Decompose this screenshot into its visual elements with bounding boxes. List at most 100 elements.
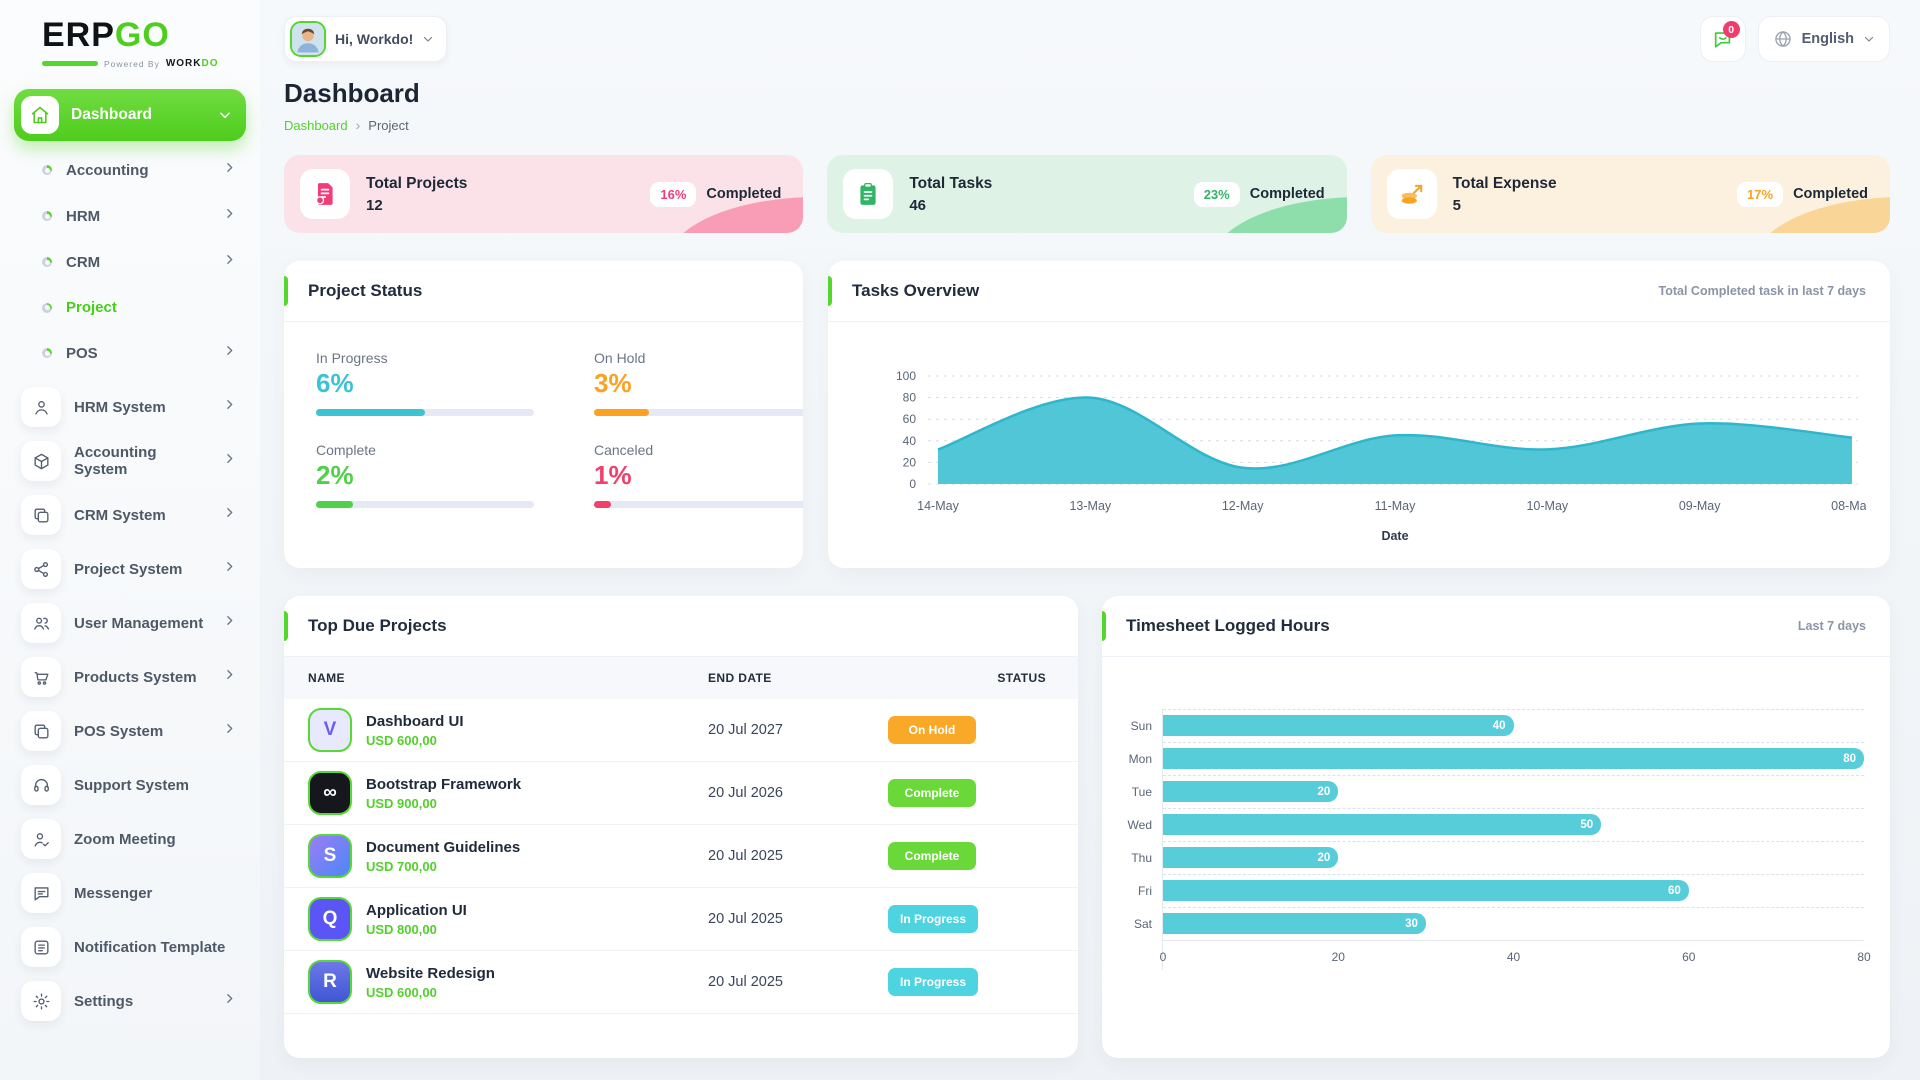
- bullet-icon: [42, 348, 52, 358]
- share-icon: [21, 549, 61, 589]
- timesheet-axis-row: 020406080: [1118, 940, 1864, 970]
- sidebar-item-accounting-system[interactable]: Accounting System: [14, 434, 246, 488]
- sidebar-item-pos-system[interactable]: POS System: [14, 704, 246, 758]
- stat-text: Total Tasks46: [909, 175, 1177, 214]
- sidebar-subitem-accounting[interactable]: Accounting: [14, 147, 246, 193]
- project-amount: USD 600,00: [366, 733, 464, 748]
- svg-text:11-May: 11-May: [1375, 499, 1417, 513]
- breadcrumb: Dashboard › Project: [284, 117, 1890, 133]
- card-title: Top Due Projects: [308, 616, 447, 636]
- status-metric-on-hold: On Hold3%: [594, 350, 803, 416]
- status-badge: Complete: [888, 842, 976, 870]
- sidebar-item-user-management[interactable]: User Management: [14, 596, 246, 650]
- chevron-right-icon: [223, 992, 236, 1010]
- sidebar-item-notification-template[interactable]: Notification Template: [14, 920, 246, 974]
- table-row[interactable]: QApplication UIUSD 800,0020 Jul 2025In P…: [284, 888, 1078, 951]
- card-subtitle: Last 7 days: [1798, 619, 1866, 633]
- sidebar-item-label: Settings: [74, 993, 210, 1010]
- chevron-right-icon: [223, 614, 236, 632]
- sidebar-item-crm-system[interactable]: CRM System: [14, 488, 246, 542]
- top-due-projects-header: Top Due Projects: [284, 596, 1078, 657]
- project-status-header: Project Status: [284, 261, 803, 322]
- stat-percent-badge: 16%: [650, 182, 696, 207]
- timesheet-bar: 30: [1163, 913, 1426, 934]
- user-menu-button[interactable]: Hi, Workdo!: [284, 16, 447, 62]
- project-status-metrics: In Progress6%On Hold3%Complete2%Canceled…: [284, 322, 803, 536]
- timesheet-bar: 50: [1163, 814, 1601, 835]
- svg-text:20: 20: [903, 455, 917, 469]
- table-row[interactable]: VDashboard UIUSD 600,0020 Jul 2027On Hol…: [284, 699, 1078, 762]
- table-row[interactable]: ∞Bootstrap FrameworkUSD 900,0020 Jul 202…: [284, 762, 1078, 825]
- project-status-card: Project Status In Progress6%On Hold3%Com…: [284, 261, 803, 568]
- breadcrumb-dashboard-link[interactable]: Dashboard: [284, 118, 348, 133]
- bullet-icon: [42, 303, 52, 313]
- timesheet-day-label: Sun: [1118, 719, 1162, 733]
- workdo-work: WORK: [166, 58, 202, 69]
- package-icon: [21, 441, 61, 481]
- sidebar-item-project-system[interactable]: Project System: [14, 542, 246, 596]
- project-logo-icon: R: [308, 960, 352, 1004]
- workdo-do: DO: [202, 58, 219, 69]
- sidebar-item-label: Project System: [74, 561, 210, 578]
- project-text: Document GuidelinesUSD 700,00: [366, 839, 520, 874]
- stat-completion: 17%Completed: [1737, 182, 1868, 207]
- gear-icon: [21, 981, 61, 1021]
- timesheet-bar-cell: 30: [1162, 907, 1864, 940]
- svg-text:12-May: 12-May: [1222, 499, 1264, 513]
- table-header: NAMEEND DATESTATUS: [284, 657, 1078, 699]
- timesheet-row-thu: Thu20: [1118, 841, 1864, 874]
- breadcrumb-separator: ›: [356, 117, 361, 133]
- project-end-date: 20 Jul 2025: [708, 974, 888, 990]
- sidebar-subitem-hrm[interactable]: HRM: [14, 193, 246, 239]
- sidebar-item-settings[interactable]: Settings: [14, 974, 246, 1028]
- bullet-icon: [42, 257, 52, 267]
- sidebar-item-products-system[interactable]: Products System: [14, 650, 246, 704]
- progress-fill: [316, 409, 425, 416]
- sidebar-subitem-crm[interactable]: CRM: [14, 239, 246, 285]
- sidebar-item-hrm-system[interactable]: HRM System: [14, 380, 246, 434]
- project-end-date: 20 Jul 2027: [708, 722, 888, 738]
- stat-completion: 16%Completed: [650, 182, 781, 207]
- progress-track: [594, 409, 803, 416]
- stat-card-total-tasks: Total Tasks4623%Completed: [827, 155, 1346, 233]
- timesheet-row-wed: Wed50: [1118, 808, 1864, 841]
- stat-text: Total Expense5: [1453, 175, 1721, 214]
- app-logo: ERPGO Powered By WORKDO: [14, 10, 246, 71]
- table-row[interactable]: RWebsite RedesignUSD 600,0020 Jul 2025In…: [284, 951, 1078, 1014]
- project-status-cell: Complete: [888, 842, 1054, 870]
- powered-by-label: Powered By: [104, 59, 160, 69]
- language-selector[interactable]: English: [1758, 16, 1890, 62]
- notifications-button[interactable]: 0: [1700, 16, 1746, 62]
- svg-text:13-May: 13-May: [1069, 499, 1111, 513]
- project-name: Document Guidelines: [366, 839, 520, 856]
- sidebar-item-zoom-meeting[interactable]: Zoom Meeting: [14, 812, 246, 866]
- svg-text:09-May: 09-May: [1679, 499, 1721, 513]
- sidebar-subitem-label: CRM: [66, 254, 209, 271]
- sidebar-subitem-project[interactable]: Project: [14, 285, 246, 330]
- sidebar-item-label: User Management: [74, 615, 210, 632]
- project-status-cell: Complete: [888, 779, 1054, 807]
- sidebar-subitem-pos[interactable]: POS: [14, 330, 246, 376]
- sidebar-item-messenger[interactable]: Messenger: [14, 866, 246, 920]
- project-logo-icon: V: [308, 708, 352, 752]
- axis-tick-label: 60: [1682, 950, 1695, 964]
- chevron-right-icon: [223, 398, 236, 416]
- top-due-projects-card: Top Due Projects NAMEEND DATESTATUS V Das…: [284, 596, 1078, 1058]
- axis-tick-label: 0: [1160, 950, 1167, 964]
- expense-icon: [1387, 169, 1437, 219]
- status-badge: In Progress: [888, 905, 978, 933]
- project-name: Dashboard UI: [366, 713, 464, 730]
- stat-value: 5: [1453, 197, 1721, 214]
- sidebar-item-support-system[interactable]: Support System: [14, 758, 246, 812]
- project-amount: USD 800,00: [366, 922, 467, 937]
- table-row[interactable]: SDocument GuidelinesUSD 700,0020 Jul 202…: [284, 825, 1078, 888]
- logo-bar: [42, 61, 98, 66]
- sidebar-item-dashboard[interactable]: Dashboard: [14, 89, 246, 141]
- sidebar-item-label: Messenger: [74, 885, 236, 902]
- chevron-right-icon: [223, 722, 236, 740]
- chevron-down-icon: [1863, 33, 1875, 45]
- timesheet-bar-value: 40: [1493, 720, 1506, 732]
- timesheet-row-sat: Sat30: [1118, 907, 1864, 940]
- timesheet-bar: 80: [1163, 748, 1864, 769]
- stat-percent-badge: 23%: [1194, 182, 1240, 207]
